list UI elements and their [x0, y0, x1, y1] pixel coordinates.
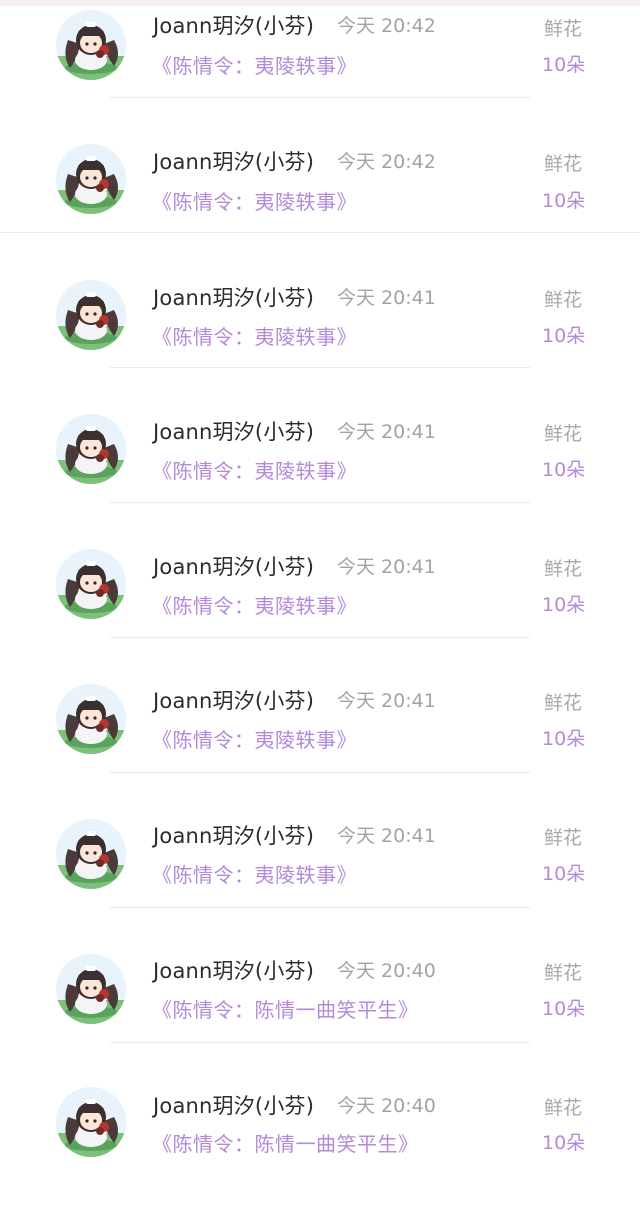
gift-type: 鲜花 [544, 962, 583, 984]
work-title-link[interactable]: 《陈情令：陈情一曲笑平生》 [152, 994, 419, 1023]
row-divider [110, 772, 530, 773]
work-title-link[interactable]: 《陈情令：夷陵轶事》 [152, 321, 357, 350]
list-item[interactable]: Joann玥汐(小芬) 今天 20:41 《陈情令：夷陵轶事》 鲜花 10朵 [0, 674, 640, 808]
user-name[interactable]: Joann玥汐(小芬) [153, 820, 314, 850]
timestamp: 今天 20:41 [337, 556, 436, 578]
list-item[interactable]: Joann玥汐(小芬) 今天 20:41 《陈情令：夷陵轶事》 鲜花 10朵 [0, 404, 640, 538]
user-avatar-icon[interactable] [56, 414, 126, 484]
user-name[interactable]: Joann玥汐(小芬) [153, 282, 314, 312]
timestamp: 今天 20:41 [337, 421, 436, 443]
work-title-link[interactable]: 《陈情令：夷陵轶事》 [152, 859, 357, 888]
gift-type: 鲜花 [544, 153, 583, 175]
gift-count: 10朵 [542, 459, 586, 481]
timestamp: 今天 20:41 [337, 690, 436, 712]
gift-type: 鲜花 [544, 18, 583, 40]
list-item[interactable]: Joann玥汐(小芬) 今天 20:42 《陈情令：夷陵轶事》 鲜花 10朵 [0, 0, 640, 134]
gift-count: 10朵 [542, 728, 586, 750]
gift-count: 10朵 [542, 190, 586, 212]
work-title-link[interactable]: 《陈情令：夷陵轶事》 [152, 724, 357, 753]
list-item[interactable]: Joann玥汐(小芬) 今天 20:42 《陈情令：夷陵轶事》 鲜花 10朵 [0, 134, 640, 268]
list-item[interactable]: Joann玥汐(小芬) 今天 20:41 《陈情令：夷陵轶事》 鲜花 10朵 [0, 270, 640, 404]
user-name[interactable]: Joann玥汐(小芬) [153, 955, 314, 985]
user-avatar-icon[interactable] [56, 549, 126, 619]
user-name[interactable]: Joann玥汐(小芬) [153, 1090, 314, 1120]
work-title-link[interactable]: 《陈情令：夷陵轶事》 [152, 455, 357, 484]
list-item[interactable]: Joann玥汐(小芬) 今天 20:41 《陈情令：夷陵轶事》 鲜花 10朵 [0, 809, 640, 943]
row-divider [110, 637, 530, 638]
gift-count: 10朵 [542, 325, 586, 347]
user-name[interactable]: Joann玥汐(小芬) [153, 10, 314, 40]
user-avatar-icon[interactable] [56, 954, 126, 1024]
timestamp: 今天 20:41 [337, 287, 436, 309]
user-avatar-icon[interactable] [56, 10, 126, 80]
work-title-link[interactable]: 《陈情令：夷陵轶事》 [152, 186, 357, 215]
gift-type: 鲜花 [544, 423, 583, 445]
gift-type: 鲜花 [544, 1097, 583, 1119]
user-name[interactable]: Joann玥汐(小芬) [153, 146, 314, 176]
gift-count: 10朵 [542, 1132, 586, 1154]
work-title-link[interactable]: 《陈情令：陈情一曲笑平生》 [152, 1128, 419, 1157]
gift-count: 10朵 [542, 54, 586, 76]
list-item[interactable]: Joann玥汐(小芬) 今天 20:41 《陈情令：夷陵轶事》 鲜花 10朵 [0, 539, 640, 673]
gift-count: 10朵 [542, 998, 586, 1020]
gift-count: 10朵 [542, 863, 586, 885]
gift-type: 鲜花 [544, 692, 583, 714]
gift-type: 鲜花 [544, 558, 583, 580]
row-divider [110, 367, 530, 368]
timestamp: 今天 20:40 [337, 1095, 436, 1117]
timestamp: 今天 20:40 [337, 960, 436, 982]
gift-type: 鲜花 [544, 827, 583, 849]
user-avatar-icon[interactable] [56, 819, 126, 889]
user-name[interactable]: Joann玥汐(小芬) [153, 685, 314, 715]
user-name[interactable]: Joann玥汐(小芬) [153, 551, 314, 581]
user-avatar-icon[interactable] [56, 144, 126, 214]
row-divider [110, 502, 530, 503]
timestamp: 今天 20:42 [337, 15, 436, 37]
timestamp: 今天 20:42 [337, 151, 436, 173]
list-item[interactable]: Joann玥汐(小芬) 今天 20:40 《陈情令：陈情一曲笑平生》 鲜花 10… [0, 944, 640, 1078]
user-avatar-icon[interactable] [56, 684, 126, 754]
list-item[interactable]: Joann玥汐(小芬) 今天 20:40 《陈情令：陈情一曲笑平生》 鲜花 10… [0, 1079, 640, 1213]
user-name[interactable]: Joann玥汐(小芬) [153, 416, 314, 446]
row-divider [110, 97, 530, 98]
row-divider [110, 1042, 530, 1043]
gift-count: 10朵 [542, 594, 586, 616]
row-divider [110, 907, 530, 908]
work-title-link[interactable]: 《陈情令：夷陵轶事》 [152, 50, 357, 79]
user-avatar-icon[interactable] [56, 280, 126, 350]
gift-type: 鲜花 [544, 289, 583, 311]
timestamp: 今天 20:41 [337, 825, 436, 847]
user-avatar-icon[interactable] [56, 1087, 126, 1157]
row-divider [0, 232, 640, 233]
work-title-link[interactable]: 《陈情令：夷陵轶事》 [152, 590, 357, 619]
